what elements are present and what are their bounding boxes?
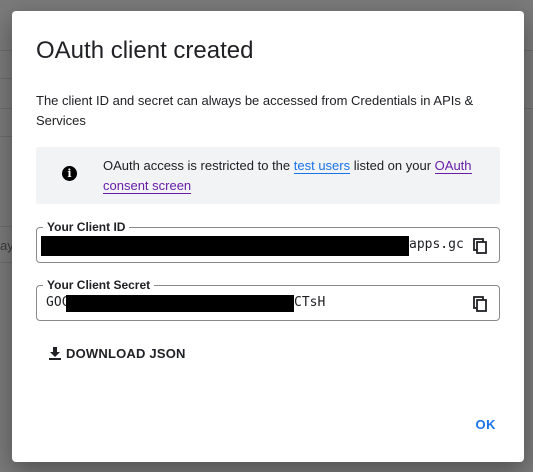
client-id-label: Your Client ID	[43, 219, 130, 235]
test-users-link[interactable]: test users	[293, 158, 351, 174]
client-id-redaction	[41, 236, 409, 256]
client-secret-label: Your Client Secret	[43, 277, 155, 293]
client-secret-redaction	[66, 295, 294, 312]
info-banner: i OAuth access is restricted to the test…	[36, 147, 500, 204]
background-divider	[0, 78, 12, 79]
background-text: ay	[0, 238, 12, 253]
background-divider	[0, 136, 12, 137]
background-divider	[0, 108, 12, 109]
client-id-field[interactable]: Your Client ID apps.gc	[36, 219, 500, 263]
info-text-middle: listed on your	[350, 158, 435, 173]
copy-client-secret-icon[interactable]	[473, 296, 487, 312]
download-json-button[interactable]: DOWNLOAD JSON	[48, 341, 186, 365]
copy-client-id-icon[interactable]	[473, 238, 487, 254]
oauth-client-created-dialog: OAuth client created The client ID and s…	[12, 11, 524, 462]
dialog-description: The client ID and secret can always be a…	[36, 93, 474, 128]
download-icon	[49, 347, 61, 360]
client-id-value: apps.gc	[409, 237, 464, 252]
background-divider	[0, 50, 12, 51]
info-icon: i	[62, 166, 77, 181]
background-divider	[0, 262, 12, 263]
dialog-title: OAuth client created	[36, 37, 254, 64]
ok-button[interactable]: OK	[476, 417, 497, 432]
client-secret-field[interactable]: Your Client Secret GOC CTsH	[36, 277, 500, 321]
background-divider	[0, 226, 12, 227]
info-text-before: OAuth access is restricted to the	[103, 158, 294, 173]
download-json-label: DOWNLOAD JSON	[66, 345, 186, 361]
info-text: OAuth access is restricted to the test u…	[103, 156, 483, 196]
client-secret-value-tail: CTsH	[294, 295, 326, 310]
